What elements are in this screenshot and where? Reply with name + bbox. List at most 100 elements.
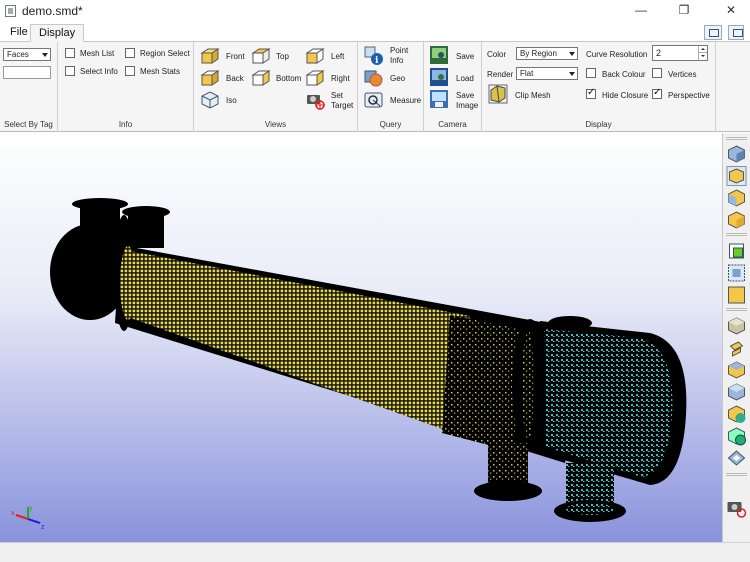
select-info-checkbox[interactable] (65, 66, 75, 76)
view-left-icon[interactable] (305, 46, 325, 66)
toolbar-separator (726, 233, 747, 236)
group-views: Front Top Left Back Bottom Right Iso Set… (194, 42, 358, 132)
clip-mesh-label[interactable]: Clip Mesh (515, 91, 551, 100)
save-image-icon[interactable] (429, 89, 449, 109)
view-front-label[interactable]: Front (226, 52, 245, 61)
group-label-query: Query (379, 120, 402, 129)
hide-closure-checkbox[interactable] (586, 87, 596, 99)
spin-up-icon[interactable] (698, 46, 707, 53)
screenshot-icon[interactable] (726, 498, 747, 518)
camera-target-icon[interactable] (305, 90, 325, 110)
minimize-button[interactable]: — (624, 0, 658, 22)
cube-pointer-icon[interactable] (726, 448, 747, 468)
view-iso-wire-icon[interactable] (726, 166, 747, 186)
perspective-label: Perspective (668, 91, 710, 100)
region-select-checkbox[interactable] (125, 48, 135, 58)
color-value: By Region (520, 49, 557, 58)
view-back-label[interactable]: Back (226, 74, 244, 83)
render-value: Flat (520, 69, 534, 78)
chevron-down-icon (569, 52, 575, 56)
mesh-stats-checkbox[interactable] (125, 66, 135, 76)
tab-display[interactable]: Display (30, 24, 85, 42)
group-label-select-by-tag: Select By Tag (4, 120, 53, 129)
cube-slice-icon[interactable] (726, 338, 747, 358)
group-camera: Save Load Save Image Camera (424, 42, 482, 132)
view-bottom-icon[interactable] (251, 68, 271, 88)
shell-mesh-end (120, 246, 136, 320)
restore-window-button[interactable]: ❐ (667, 0, 701, 22)
view-iso-shaded-icon[interactable] (726, 144, 747, 164)
tag-type-dropdown[interactable]: Faces (3, 48, 51, 61)
select-info-label: Select Info (80, 67, 118, 76)
save-image-label[interactable]: Save Image (456, 91, 481, 111)
fit-all-icon[interactable] (726, 241, 747, 261)
toolbar-separator (726, 473, 747, 476)
render-dropdown[interactable]: Flat (516, 67, 578, 80)
view-front-icon[interactable] (200, 46, 220, 66)
view-left-label[interactable]: Left (331, 52, 344, 61)
camera-load-icon[interactable] (429, 67, 449, 87)
cube-solid-icon[interactable] (726, 316, 747, 336)
menu-tab-row: File Display (0, 22, 750, 42)
view-iso-icon[interactable] (200, 90, 220, 110)
point-info-label[interactable]: Point Info (390, 46, 423, 66)
zoom-region-icon[interactable] (726, 263, 747, 283)
point-info-icon[interactable]: i (364, 46, 384, 66)
view-bottom-label[interactable]: Bottom (276, 74, 301, 83)
close-button[interactable]: ✕ (714, 0, 748, 22)
tag-text-input[interactable] (3, 66, 51, 79)
spin-down-icon[interactable] (698, 53, 707, 60)
axis-y-label: y (29, 505, 33, 512)
geo-icon[interactable] (364, 68, 384, 88)
cube-blue-icon[interactable] (726, 382, 747, 402)
axis-x-label: x (11, 510, 15, 517)
set-target-label[interactable]: Set Target (331, 91, 357, 111)
view-iso-label[interactable]: Iso (226, 96, 237, 105)
axis-z-line (27, 518, 41, 524)
toolbar-separator (726, 308, 747, 311)
clip-mesh-icon[interactable] (488, 84, 508, 104)
cube-select-icon[interactable] (726, 426, 747, 446)
geo-label[interactable]: Geo (390, 74, 405, 83)
camera-save-label[interactable]: Save (456, 52, 474, 61)
measure-label[interactable]: Measure (390, 96, 421, 105)
view-iso-alt-icon[interactable] (726, 210, 747, 230)
color-dropdown[interactable]: By Region (516, 47, 578, 60)
back-colour-checkbox[interactable] (586, 68, 596, 78)
region-select-label: Region Select (140, 49, 190, 58)
left-nozzle-2 (128, 212, 164, 248)
view-back-icon[interactable] (200, 68, 220, 88)
view-top-icon[interactable] (251, 46, 271, 66)
view-top-label[interactable]: Top (276, 52, 289, 61)
curve-resolution-spinner[interactable]: 2 (652, 45, 708, 61)
face-view-icon[interactable] (726, 285, 747, 305)
app-icon (5, 5, 16, 17)
chevron-down-icon (569, 72, 575, 76)
color-label: Color (487, 50, 507, 59)
right-top-nozzle (548, 316, 592, 330)
group-label-info: Info (118, 120, 133, 129)
mesh-list-checkbox[interactable] (65, 48, 75, 58)
title-bar: demo.smd* — ❐ ✕ (0, 0, 750, 22)
view-right-icon[interactable] (305, 68, 325, 88)
mesh-list-label: Mesh List (80, 49, 115, 58)
chevron-down-icon (42, 53, 48, 57)
vertices-checkbox[interactable] (652, 68, 662, 78)
measure-icon[interactable] (364, 90, 384, 110)
vertices-label: Vertices (668, 70, 697, 79)
camera-load-label[interactable]: Load (456, 74, 474, 83)
view-right-label[interactable]: Right (331, 74, 350, 83)
camera-save-icon[interactable] (429, 45, 449, 65)
curve-resolution-value: 2 (656, 48, 662, 58)
bottom-nozzle-2-bore (566, 503, 614, 515)
group-select-by-tag: Faces Select By Tag (0, 42, 58, 132)
cube-yellow-icon[interactable] (726, 360, 747, 380)
perspective-checkbox[interactable] (652, 87, 662, 99)
3d-viewport[interactable]: x y z (0, 133, 722, 542)
cube-green-icon[interactable] (726, 404, 747, 424)
axis-z-label: z (41, 524, 45, 531)
ribbon-restore-icon[interactable] (704, 25, 722, 40)
view-iso-yellow-icon[interactable] (726, 188, 747, 208)
ribbon-close-icon[interactable] (728, 25, 744, 40)
group-label-views: Views (264, 120, 287, 129)
